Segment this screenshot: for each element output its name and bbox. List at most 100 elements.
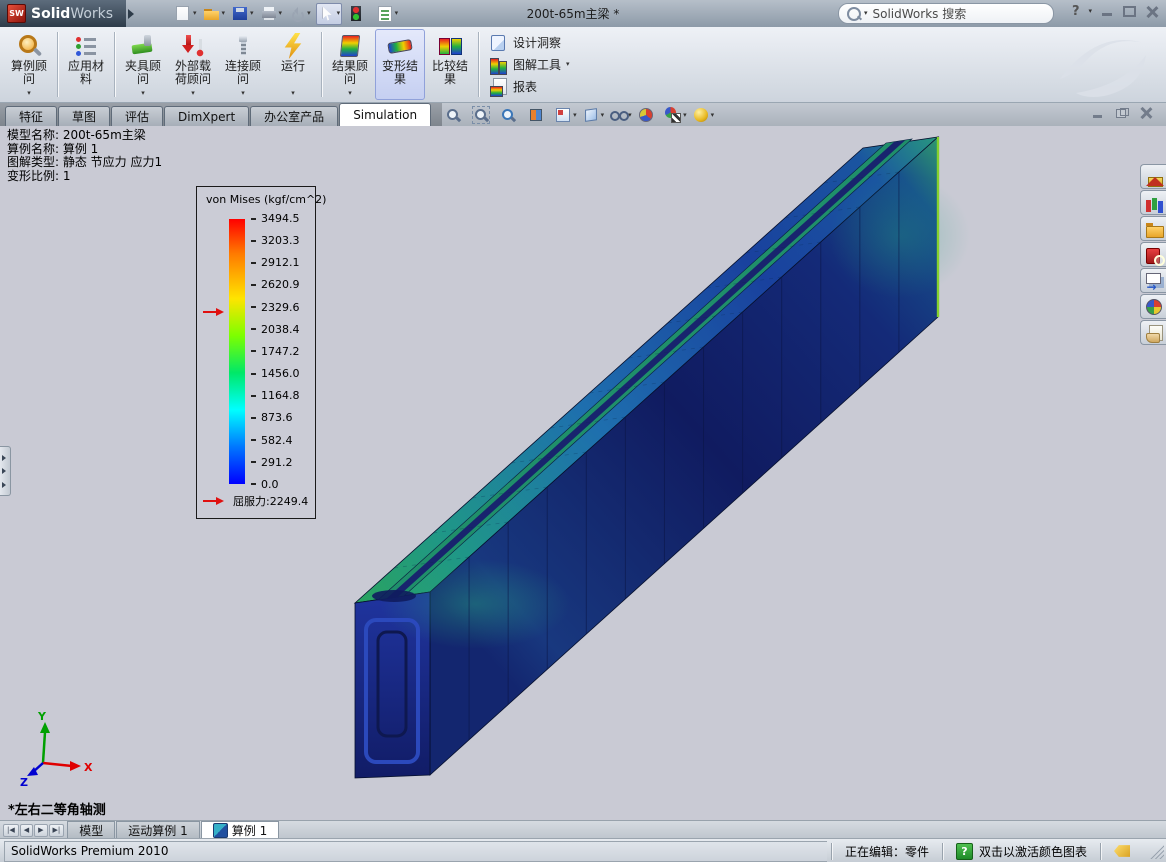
- apply-material-button[interactable]: 应用材料 ▾: [61, 29, 111, 100]
- minimize-button[interactable]: [1101, 6, 1114, 17]
- fixtures-advisor-button[interactable]: 夹具顾问 ▾: [118, 29, 168, 100]
- magnifying-glass-button[interactable]: ▾: [498, 105, 523, 125]
- custom-properties-button[interactable]: [1140, 320, 1166, 345]
- ribbon-separator: [57, 32, 58, 97]
- tab-features[interactable]: 特征: [5, 106, 57, 126]
- feature-panel-splitter[interactable]: [0, 446, 11, 496]
- dropdown-caret-icon[interactable]: ▾: [222, 10, 226, 17]
- tab-office-products[interactable]: 办公室产品: [250, 106, 338, 126]
- search-assistant-button[interactable]: [1140, 242, 1166, 267]
- open-file-button[interactable]: ▾: [202, 4, 227, 24]
- last-tab-button[interactable]: ▶|: [49, 824, 65, 837]
- dropdown-caret-icon[interactable]: ▾: [573, 112, 577, 119]
- yield-arrow-icon: [203, 497, 228, 505]
- external-loads-advisor-button[interactable]: 外部载荷顾问 ▾: [168, 29, 218, 100]
- search-scope-caret-icon[interactable]: ▾: [864, 10, 868, 17]
- dropdown-caret-icon[interactable]: ▾: [348, 90, 352, 97]
- deformed-result-button[interactable]: 变形结果 ▾: [375, 29, 425, 100]
- resources-home-button[interactable]: [1140, 164, 1166, 189]
- interference-light-button[interactable]: ▾: [346, 4, 371, 24]
- design-insight-button[interactable]: 设计洞察 ▾: [488, 32, 570, 53]
- tab-model[interactable]: 模型: [67, 821, 115, 839]
- task-pane-strip: [1140, 164, 1166, 345]
- appearances-scenes-button[interactable]: [1140, 294, 1166, 319]
- dropdown-caret-icon[interactable]: ▾: [711, 112, 715, 119]
- view-settings-button[interactable]: ▾: [691, 105, 716, 125]
- study-icon: [213, 823, 228, 838]
- design-checker-button[interactable]: ▾: [375, 4, 400, 24]
- view-orientation-button[interactable]: ▾: [553, 105, 578, 125]
- save-button[interactable]: ▾: [230, 4, 255, 24]
- maximize-button[interactable]: [1123, 6, 1136, 17]
- legend-tick: 3494.5: [251, 213, 300, 224]
- hide-show-items-button[interactable]: ▾: [608, 105, 633, 125]
- report-button[interactable]: 报表 ▾: [488, 76, 570, 97]
- beam-geometry[interactable]: [355, 137, 970, 778]
- select-tool-button[interactable]: ▾: [316, 3, 343, 25]
- run-button[interactable]: 运行 ▾: [268, 29, 318, 100]
- dropdown-caret-icon[interactable]: ▾: [141, 90, 145, 97]
- section-view-button[interactable]: ▾: [526, 105, 551, 125]
- study-advisor-button[interactable]: 算例顾问 ▾: [4, 29, 54, 100]
- help-button[interactable]: ?: [1072, 4, 1080, 19]
- tab-label: 草图: [72, 108, 96, 125]
- zoom-fit-button[interactable]: ▾: [443, 105, 468, 125]
- dropdown-caret-icon[interactable]: ▾: [27, 90, 31, 97]
- zoom-area-button[interactable]: ▾: [471, 105, 496, 125]
- file-explorer-button[interactable]: [1140, 216, 1166, 241]
- search-box[interactable]: ▾: [838, 3, 1054, 24]
- color-chart-hint[interactable]: 双击以激活颜色图表: [979, 843, 1087, 860]
- legend-tick: 1164.8: [251, 390, 300, 401]
- doc-restore-button[interactable]: [1116, 108, 1128, 118]
- help-badge-icon[interactable]: ?: [956, 843, 973, 860]
- tag-icon[interactable]: [1114, 844, 1130, 858]
- legend-color-bar: [229, 219, 245, 484]
- tab-sketch[interactable]: 草图: [58, 106, 110, 126]
- tab-study-1[interactable]: 算例 1: [201, 821, 279, 839]
- dropdown-caret-icon[interactable]: ▾: [241, 90, 245, 97]
- tab-evaluate[interactable]: 评估: [111, 106, 163, 126]
- compare-results-button[interactable]: 比较结果 ▾: [425, 29, 475, 100]
- connections-advisor-button[interactable]: 连接顾问 ▾: [218, 29, 268, 100]
- dropdown-caret-icon[interactable]: ▾: [601, 112, 605, 119]
- view-palette-button[interactable]: [1140, 268, 1166, 293]
- dropdown-caret-icon[interactable]: ▾: [395, 10, 399, 17]
- design-library-button[interactable]: [1140, 190, 1166, 215]
- apply-scene-button[interactable]: ▾: [636, 105, 661, 125]
- help-caret-icon[interactable]: ▾: [1088, 8, 1092, 15]
- status-right: 正在编辑：零件 ? 双击以激活颜色图表: [831, 839, 1166, 862]
- first-tab-button[interactable]: |◀: [3, 824, 19, 837]
- stress-legend[interactable]: von Mises (kgf/cm^2) 3494.53203.32912.12…: [196, 186, 316, 519]
- dropdown-caret-icon[interactable]: ▾: [566, 61, 570, 68]
- print-button[interactable]: ▾: [259, 4, 284, 24]
- dropdown-caret-icon[interactable]: ▾: [279, 10, 283, 17]
- resize-grip[interactable]: [1149, 844, 1164, 859]
- dropdown-caret-icon[interactable]: ▾: [683, 112, 687, 119]
- yield-arrow-marker: [203, 308, 228, 316]
- edit-appearance-button[interactable]: ▾: [663, 105, 688, 125]
- new-file-button[interactable]: ▾: [173, 4, 198, 24]
- doc-close-button[interactable]: [1140, 108, 1152, 118]
- dropdown-caret-icon[interactable]: ▾: [193, 10, 197, 17]
- close-button[interactable]: [1145, 6, 1158, 17]
- display-style-icon: [582, 106, 600, 124]
- tab-simulation[interactable]: Simulation: [339, 103, 431, 126]
- dropdown-caret-icon[interactable]: ▾: [337, 10, 341, 17]
- next-tab-button[interactable]: ▶: [34, 824, 47, 837]
- dropdown-caret-icon[interactable]: ▾: [191, 90, 195, 97]
- tab-motion-study-1[interactable]: 运动算例 1: [116, 821, 199, 839]
- beam-model[interactable]: Y X Z: [0, 126, 1166, 820]
- plot-tools-button[interactable]: 图解工具 ▾: [488, 54, 570, 75]
- graphics-area[interactable]: Y X Z 模型名称: 200t-65m主梁算例名称: 算例 1图解类型: 静态…: [0, 126, 1166, 820]
- results-advisor-button[interactable]: 结果顾问 ▾: [325, 29, 375, 100]
- dropdown-caret-icon[interactable]: ▾: [307, 10, 311, 17]
- undo-button[interactable]: ▾: [287, 4, 312, 24]
- doc-minimize-button[interactable]: [1092, 108, 1104, 118]
- prev-tab-button[interactable]: ◀: [20, 824, 33, 837]
- dropdown-caret-icon[interactable]: ▾: [291, 90, 295, 97]
- dropdown-caret-icon[interactable]: ▾: [250, 10, 254, 17]
- display-style-button[interactable]: ▾: [581, 105, 606, 125]
- menu-expand-arrow-icon[interactable]: [128, 9, 139, 19]
- tab-dimxpert[interactable]: DimXpert: [164, 106, 249, 126]
- search-input[interactable]: [871, 6, 1015, 22]
